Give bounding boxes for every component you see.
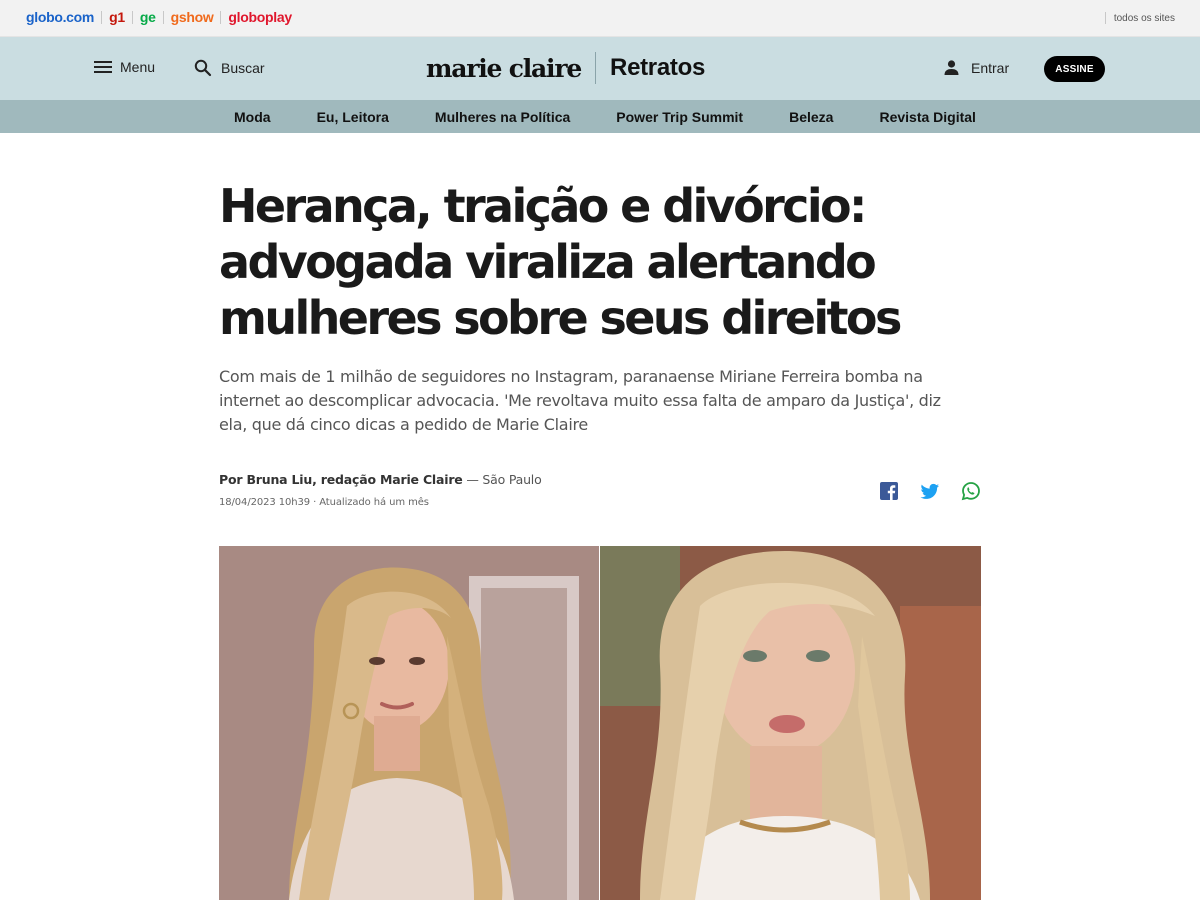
article-byline: Por Bruna Liu, redação Marie Claire — Sã… bbox=[219, 472, 542, 487]
divider bbox=[162, 10, 164, 24]
article-subtitle: Com mais de 1 milhão de seguidores no In… bbox=[219, 367, 941, 434]
brand-logo: marie claire bbox=[426, 53, 582, 83]
g1-link[interactable]: g1 bbox=[109, 9, 125, 25]
ge-link[interactable]: ge bbox=[140, 9, 156, 25]
nav-items: Moda Eu, Leitora Mulheres na Política Po… bbox=[234, 109, 976, 125]
user-icon bbox=[944, 60, 959, 75]
section-nav: Moda Eu, Leitora Mulheres na Política Po… bbox=[0, 100, 1200, 133]
divider bbox=[595, 52, 597, 84]
site-header: Menu Buscar marie claire Retratos Entrar… bbox=[0, 37, 1200, 100]
all-sites-menu[interactable]: todos os sites bbox=[1104, 12, 1175, 24]
search-icon bbox=[194, 59, 212, 77]
divider bbox=[1104, 12, 1106, 24]
divider bbox=[101, 10, 103, 24]
whatsapp-share-icon[interactable] bbox=[961, 481, 981, 501]
location: — São Paulo bbox=[462, 472, 542, 487]
article-photo-right bbox=[600, 546, 981, 900]
subscribe-button[interactable]: ASSINE bbox=[1044, 56, 1105, 82]
nav-item-moda[interactable]: Moda bbox=[234, 109, 271, 125]
all-sites-label: todos os sites bbox=[1113, 12, 1175, 24]
divider bbox=[131, 10, 133, 24]
brand-logo-link[interactable]: marie claire Retratos bbox=[426, 52, 705, 84]
nav-item-mulheres-na-politica[interactable]: Mulheres na Política bbox=[435, 109, 570, 125]
gshow-link[interactable]: gshow bbox=[171, 9, 214, 25]
nav-item-revista-digital[interactable]: Revista Digital bbox=[879, 109, 975, 125]
menu-label: Menu bbox=[120, 59, 156, 75]
divider bbox=[220, 10, 222, 24]
globo-network-links: globo.com g1 ge gshow globoplay bbox=[26, 9, 292, 25]
section-title: Retratos bbox=[610, 54, 705, 81]
search-button[interactable]: Buscar bbox=[194, 59, 265, 77]
hamburger-icon bbox=[94, 60, 112, 74]
globo-com-link[interactable]: globo.com bbox=[26, 9, 94, 25]
twitter-share-icon[interactable] bbox=[920, 481, 940, 501]
menu-button[interactable]: Menu bbox=[94, 59, 155, 75]
search-label: Buscar bbox=[221, 60, 265, 76]
login-label: Entrar bbox=[971, 59, 1010, 76]
article-headline: Herança, traição e divórcio: advogada vi… bbox=[219, 179, 902, 345]
globo-network-bar: globo.com g1 ge gshow globoplay todos os… bbox=[0, 0, 1200, 37]
nav-item-power-trip-summit[interactable]: Power Trip Summit bbox=[616, 109, 743, 125]
woman-selfie-illustration bbox=[600, 546, 981, 900]
article-photo-left bbox=[219, 546, 599, 900]
facebook-share-icon[interactable] bbox=[879, 481, 899, 501]
nav-item-beleza[interactable]: Beleza bbox=[789, 109, 833, 125]
share-buttons bbox=[879, 481, 981, 501]
login-button[interactable]: Entrar bbox=[943, 59, 1009, 76]
globoplay-link[interactable]: globoplay bbox=[228, 9, 292, 25]
nav-item-eu-leitora[interactable]: Eu, Leitora bbox=[317, 109, 389, 125]
author-name[interactable]: Por Bruna Liu, redação Marie Claire bbox=[219, 472, 463, 487]
woman-portrait-illustration bbox=[219, 546, 599, 900]
article-date: 18/04/2023 10h39 · Atualizado há um mês bbox=[219, 497, 429, 508]
